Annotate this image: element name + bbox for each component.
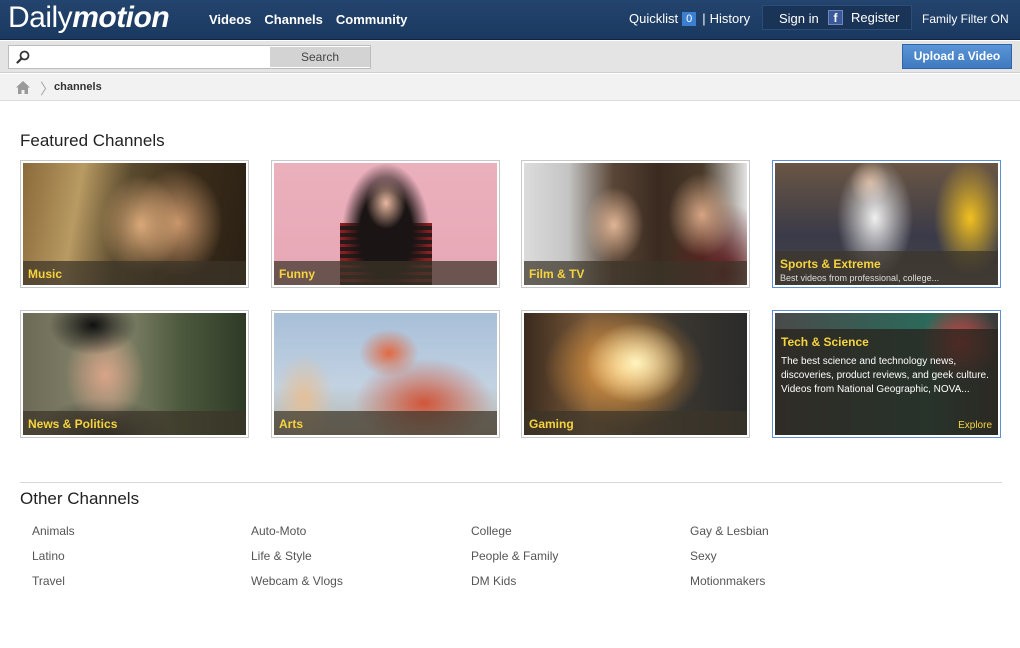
channel-link-latino[interactable]: Latino [32, 549, 65, 563]
breadcrumb-current: channels [54, 81, 102, 93]
separator: | [702, 11, 706, 26]
register-link[interactable]: Register [851, 10, 899, 25]
channel-link-auto-moto[interactable]: Auto-Moto [251, 524, 306, 538]
channel-link-webcam-vlogs[interactable]: Webcam & Vlogs [251, 574, 343, 588]
family-filter-toggle[interactable]: Family Filter ON [922, 12, 1009, 26]
search-box: Search [8, 45, 371, 69]
tile-caption: Film & TV [524, 261, 747, 285]
channel-name: Film & TV [529, 267, 585, 281]
channel-link-motionmakers[interactable]: Motionmakers [690, 574, 765, 588]
channel-tile-music[interactable]: Music [20, 160, 249, 288]
channel-tile-sports-extreme[interactable]: Sports & Extreme Best videos from profes… [772, 160, 1001, 288]
explore-link[interactable]: Explore [958, 420, 992, 431]
nav-community[interactable]: Community [336, 12, 408, 27]
quicklist-area: Quicklist 0 | History [629, 11, 750, 26]
home-icon[interactable] [15, 80, 31, 95]
channel-tile-funny[interactable]: Funny [271, 160, 500, 288]
channel-link-sexy[interactable]: Sexy [690, 549, 717, 563]
quicklist-count-badge[interactable]: 0 [682, 11, 697, 26]
search-icon [16, 50, 30, 64]
channel-description: The best science and technology news, di… [781, 356, 989, 395]
search-bar: Search Upload a Video [0, 41, 1020, 73]
channel-link-gay-lesbian[interactable]: Gay & Lesbian [690, 524, 769, 538]
channel-name: Music [28, 267, 63, 281]
channel-name: News & Politics [28, 417, 118, 431]
featured-channels-title: Featured Channels [20, 131, 165, 150]
breadcrumb: 〉 channels [0, 74, 1020, 101]
search-button[interactable]: Search [270, 47, 370, 67]
channel-name: Gaming [529, 417, 574, 431]
channel-link-college[interactable]: College [471, 524, 512, 538]
other-channels-title: Other Channels [20, 489, 140, 508]
channel-link-life-style[interactable]: Life & Style [251, 549, 312, 563]
history-link[interactable]: History [710, 11, 750, 26]
tile-caption: Music [23, 261, 246, 285]
top-navigation-bar: Dailymotion Videos Channels Community Qu… [0, 0, 1020, 40]
channel-name: Tech & Science [781, 335, 869, 349]
channel-tile-film-tv[interactable]: Film & TV [521, 160, 750, 288]
section-divider [20, 482, 1002, 483]
main-nav: Videos Channels Community [209, 12, 420, 27]
channel-name: Funny [279, 267, 315, 281]
upload-video-button[interactable]: Upload a Video [902, 44, 1012, 69]
logo-text-daily: Daily [8, 1, 73, 34]
nav-videos[interactable]: Videos [209, 12, 251, 27]
tile-caption: Gaming [524, 411, 747, 435]
tile-caption: News & Politics [23, 411, 246, 435]
channel-tile-arts[interactable]: Arts [271, 310, 500, 438]
search-input[interactable] [35, 48, 265, 66]
channel-link-travel[interactable]: Travel [32, 574, 65, 588]
channel-name: Sports & Extreme [780, 257, 881, 271]
quicklist-link[interactable]: Quicklist [629, 11, 678, 26]
channel-tile-tech-science[interactable]: Tech & Science The best science and tech… [772, 310, 1001, 438]
channel-tile-news-politics[interactable]: News & Politics [20, 310, 249, 438]
facebook-icon[interactable]: f [828, 10, 843, 25]
dailymotion-logo[interactable]: Dailymotion [8, 1, 170, 35]
tile-caption-expanded: Tech & Science The best science and tech… [775, 329, 998, 435]
sign-in-link[interactable]: Sign in [779, 11, 819, 26]
channel-subtitle: Best videos from professional, college..… [780, 273, 940, 283]
breadcrumb-chevron-icon: 〉 [40, 81, 56, 98]
nav-channels[interactable]: Channels [264, 12, 323, 27]
channel-link-animals[interactable]: Animals [32, 524, 75, 538]
tile-caption: Arts [274, 411, 497, 435]
channel-link-dm-kids[interactable]: DM Kids [471, 574, 516, 588]
tile-caption: Funny [274, 261, 497, 285]
channel-name: Arts [279, 417, 304, 431]
channel-tile-gaming[interactable]: Gaming [521, 310, 750, 438]
tile-caption: Sports & Extreme Best videos from profes… [775, 251, 998, 285]
channel-link-people-family[interactable]: People & Family [471, 549, 558, 563]
logo-text-motion: motion [72, 1, 170, 34]
account-box: Sign in f Register [762, 5, 912, 30]
